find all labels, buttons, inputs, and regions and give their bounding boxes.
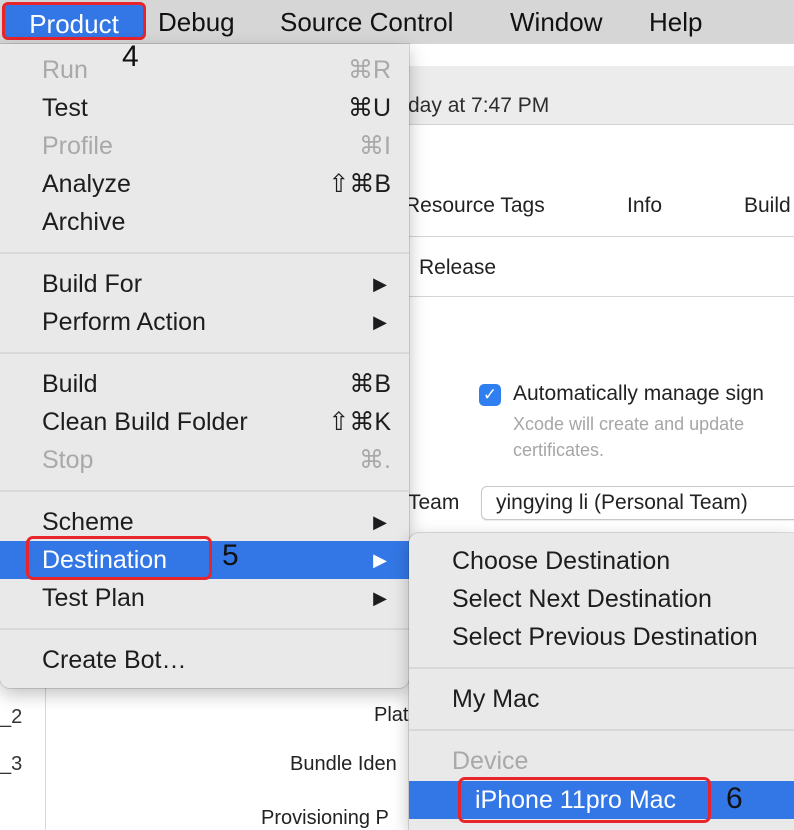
shortcut-label: ⌘B (349, 370, 391, 398)
menu-item-archive[interactable]: Archive (0, 203, 409, 241)
config-release[interactable]: Release (419, 256, 496, 280)
submenu-arrow-icon: ▶ (373, 512, 387, 532)
menu-item-stop[interactable]: Stop ⌘. (0, 441, 409, 479)
menu-separator (0, 252, 409, 254)
submenu-arrow-icon: ▶ (373, 312, 387, 332)
product-menu: Run ⌘R Test ⌘U Profile ⌘I Analyze ⇧⌘B Ar… (0, 44, 409, 688)
menu-separator (0, 628, 409, 630)
menu-bar: Product Debug Source Control Window Help (0, 0, 794, 45)
menu-item-test-plan[interactable]: Test Plan ▶ (0, 579, 409, 617)
submenu-arrow-icon: ▶ (373, 274, 387, 294)
team-value: yingying li (Personal Team) (496, 491, 748, 514)
shortcut-label: ⌘R (347, 56, 391, 84)
menu-item-label: Create Bot… (42, 646, 187, 674)
annotation-box (26, 536, 212, 580)
menu-item-label: Build (42, 370, 98, 398)
step-number-4: 4 (122, 40, 139, 73)
menu-item-test[interactable]: Test ⌘U (0, 89, 409, 127)
menu-item-build[interactable]: Build ⌘B (0, 365, 409, 403)
menu-item-label: Test Plan (42, 584, 145, 612)
menu-separator (409, 729, 794, 731)
auto-signing-help: Xcode will create and update (513, 414, 745, 434)
menu-source-control[interactable]: Source Control (280, 0, 453, 44)
tab-info[interactable]: Info (627, 194, 662, 218)
menu-item-label: Choose Destination (452, 547, 671, 575)
menu-item-perform-action[interactable]: Perform Action ▶ (0, 303, 409, 341)
menu-debug[interactable]: Debug (158, 0, 235, 44)
modified-date: day at 7:47 PM (408, 94, 550, 117)
menu-separator (409, 667, 794, 669)
menu-item-label: Select Previous Destination (452, 623, 758, 651)
menu-item-choose-destination[interactable]: Choose Destination (409, 542, 794, 580)
menu-item-label: Analyze (42, 170, 131, 198)
menu-separator (0, 352, 409, 354)
auto-signing-label: Automatically manage sign (513, 382, 764, 405)
menu-item-label: Run (42, 56, 88, 84)
shortcut-label: ⇧⌘B (328, 170, 391, 198)
platform-label: Plat (374, 704, 409, 726)
menu-item-label: Test (42, 94, 88, 122)
step-number-5: 5 (222, 539, 239, 572)
shortcut-label: ⌘U (347, 94, 391, 122)
sidebar-item[interactable]: _2 (0, 706, 22, 729)
sidebar-item[interactable]: _3 (0, 753, 22, 776)
team-label: Team (408, 491, 460, 514)
bundle-identifier-label: Bundle Iden (290, 753, 397, 775)
menu-item-label: Build For (42, 270, 143, 298)
auto-signing-checkbox[interactable]: ✓ (479, 384, 501, 406)
tab-resource-tags[interactable]: Resource Tags (405, 194, 545, 218)
provisioning-profile-label: Provisioning P (261, 807, 389, 829)
menu-item-label: Stop (42, 446, 94, 474)
menu-item-build-for[interactable]: Build For ▶ (0, 265, 409, 303)
menu-item-analyze[interactable]: Analyze ⇧⌘B (0, 165, 409, 203)
annotation-box (458, 777, 711, 823)
menu-item-label: Profile (42, 132, 113, 160)
device-section-header: Device (409, 742, 794, 780)
shortcut-label: ⌘. (359, 446, 391, 474)
shortcut-label: ⇧⌘K (328, 408, 391, 436)
auto-signing-help: certificates. (513, 440, 605, 460)
shortcut-label: ⌘I (359, 132, 391, 160)
menu-item-label: My Mac (452, 685, 540, 713)
menu-item-select-next-destination[interactable]: Select Next Destination (409, 580, 794, 618)
menu-item-create-bot[interactable]: Create Bot… (0, 641, 409, 679)
team-select[interactable]: yingying li (Personal Team) (481, 486, 794, 520)
tab-build[interactable]: Build (744, 194, 791, 218)
menu-separator (0, 490, 409, 492)
submenu-arrow-icon: ▶ (373, 550, 387, 570)
menu-item-label: Archive (42, 208, 126, 236)
menu-item-clean-build-folder[interactable]: Clean Build Folder ⇧⌘K (0, 403, 409, 441)
menu-item-my-mac[interactable]: My Mac (409, 680, 794, 718)
step-number-6: 6 (726, 782, 743, 815)
menu-item-run[interactable]: Run ⌘R (0, 51, 409, 89)
menu-item-label: Perform Action (42, 308, 206, 336)
menu-window[interactable]: Window (510, 0, 602, 44)
menu-item-label: Select Next Destination (452, 585, 712, 613)
menu-item-label: Clean Build Folder (42, 408, 248, 436)
section-header-label: Device (452, 747, 529, 775)
menu-product[interactable]: Product (2, 2, 146, 40)
menu-item-select-previous-destination[interactable]: Select Previous Destination (409, 618, 794, 656)
submenu-arrow-icon: ▶ (373, 588, 387, 608)
menu-help[interactable]: Help (649, 0, 702, 44)
menu-item-profile[interactable]: Profile ⌘I (0, 127, 409, 165)
